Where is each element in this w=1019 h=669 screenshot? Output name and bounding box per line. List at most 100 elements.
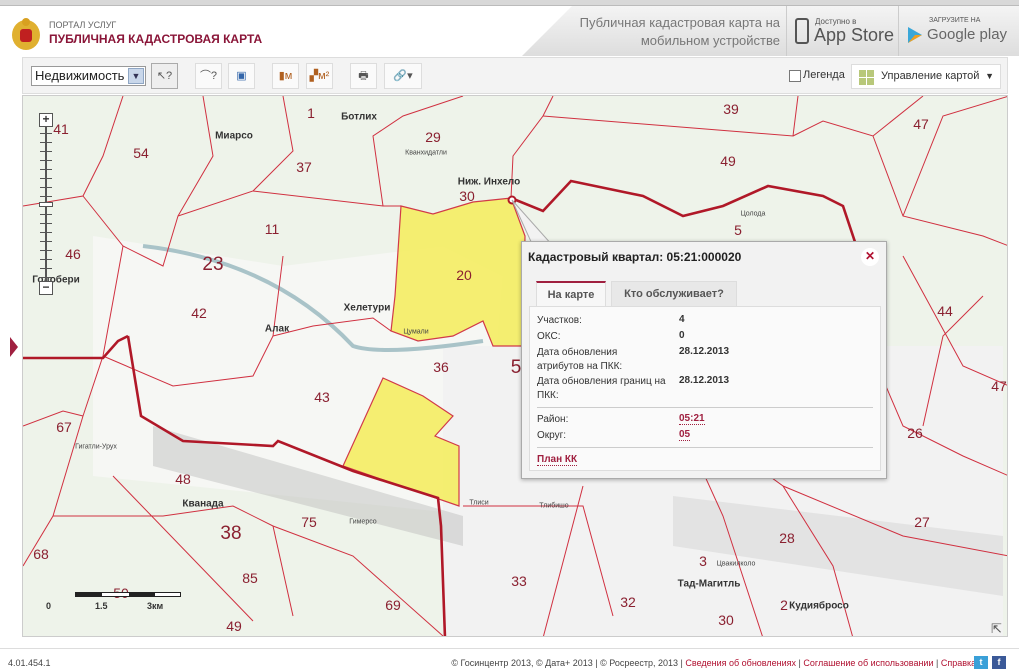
layer-select-value: Недвижимость [35,68,125,83]
map-label: 47 [913,116,929,132]
map-label: 5 [734,222,742,238]
updates-link[interactable]: Сведения об обновлениях [685,658,796,668]
map-label: Цолода [740,210,766,218]
area-info-tool-icon[interactable]: ▣ [228,63,255,89]
measure-area-icon[interactable]: ▞м² [306,63,333,89]
row-label: Округ: [537,430,567,441]
map-label: 54 [133,145,149,161]
map-label: 32 [620,594,636,610]
chevron-down-icon: ▼ [985,71,994,81]
link-icon[interactable]: 🔗▾ [384,63,422,89]
zoom-tick [40,187,52,188]
scale-label: 1.5 [95,601,108,611]
fullscreen-icon[interactable]: ⇱ [991,621,1002,636]
map-label: Ботлих [341,111,377,123]
zoom-in-button[interactable]: + [39,113,53,127]
map-label: Ниж. Инхело [457,176,521,188]
tab-who-serves[interactable]: Кто обслуживает? [611,281,737,307]
zoom-tick [40,196,52,197]
zoom-tick [40,277,52,278]
divider [537,407,873,408]
map-label: 75 [301,514,317,530]
map-label: 37 [296,159,312,175]
twitter-icon[interactable]: t [974,656,988,669]
gplay-label: Google play [927,26,1008,43]
map-label: 47 [991,378,1007,394]
map-label: 69 [385,597,401,613]
map-label: 27 [914,514,930,530]
map-label: Кудиябросо [789,600,849,612]
row-label: Дата обновления атрибутов на ПКК: [537,347,623,372]
border-date-value: 28.12.2013 [679,375,730,386]
zoom-slider-handle[interactable] [39,202,53,207]
map-label: 23 [202,254,224,275]
select-info-tool-icon[interactable]: ↖? [151,63,178,89]
map-label: 2 [780,597,788,613]
map-label: 85 [242,570,258,586]
phone-icon [795,18,809,44]
scale-bar [75,592,181,597]
close-icon[interactable]: ✕ [861,248,879,266]
facebook-icon[interactable]: f [992,656,1006,669]
map-label: 39 [723,101,739,117]
help-link[interactable]: Справка [941,658,976,668]
site-title[interactable]: ПУБЛИЧНАЯ КАДАСТРОВАЯ КАРТА [49,32,262,46]
legend-checkbox[interactable] [789,70,801,82]
map-label: 29 [425,129,441,145]
print-icon[interactable]: 🖶 [350,63,377,89]
grid-icon [859,70,874,85]
map-label: 68 [33,546,49,562]
layer-select[interactable]: Недвижимость ▼ [31,66,146,86]
map-label: Миарсо [215,130,253,142]
map-label: 48 [175,471,191,487]
row-label: Район: [537,414,569,425]
map-label: 26 [907,425,923,441]
portal-label: ПОРТАЛ УСЛУГ [49,20,117,30]
google-play-button[interactable]: ЗАГРУЗИТЕ НА Google play [898,6,1010,56]
appstore-button[interactable]: Доступно в App Store [786,6,898,56]
map-label: 3 [699,553,707,569]
divider [537,447,873,448]
scale-label: 0 [46,601,52,611]
map-control-button[interactable]: Управление картой ▼ [851,64,1001,89]
coat-of-arms-logo[interactable] [10,16,42,52]
map-label: Кванхидатли [405,149,447,157]
map-label: 30 [718,612,734,628]
map-label: 28 [779,530,795,546]
zoom-tick [40,151,52,152]
popup-content: Участков: 4 ОКС: 0 Дата обновления атриб… [529,306,881,471]
plan-kk-link[interactable]: План КК [537,454,578,466]
map-label: Цвакилколо [716,560,756,568]
district-link[interactable]: 05:21 [679,413,705,425]
zoom-tick [40,214,52,215]
line-info-tool-icon[interactable]: ⌒? [195,63,222,89]
row-label: Дата обновления границ на ПКК: [537,376,666,401]
map-label: 36 [433,359,449,375]
terms-link[interactable]: Соглашение об использовании [803,658,933,668]
zoom-out-button[interactable]: − [39,281,53,295]
zoom-tick [40,142,52,143]
zoom-tick [40,241,52,242]
zoom-tick [40,268,52,269]
mobile-promo-text: Публичная кадастровая карта на мобильном… [579,15,780,48]
zoom-tick [40,133,52,134]
map-label: Алак [264,323,290,335]
measure-length-icon[interactable]: ▮м [272,63,299,89]
map-label: Гимерсо [349,518,377,526]
side-panel-toggle[interactable] [10,337,18,357]
zoom-tick [40,250,52,251]
zoom-tick [40,178,52,179]
map-label: Хелетури [343,302,391,314]
gplay-small: ЗАГРУЗИТЕ НА [929,17,981,24]
legend-label[interactable]: Легенда [803,69,845,81]
map-label: Тад-Магитль [677,578,741,590]
zoom-control[interactable]: + − [36,111,54,297]
map-label: 33 [511,573,527,589]
map-label: Тлибишо [539,502,569,510]
okrug-link[interactable]: 05 [679,429,691,441]
chevron-down-icon[interactable]: ▼ [128,68,144,84]
map-label: 41 [53,121,69,137]
map-label: 5 [510,357,522,378]
map-label: 49 [720,153,736,169]
tab-on-map[interactable]: На карте [536,281,606,307]
